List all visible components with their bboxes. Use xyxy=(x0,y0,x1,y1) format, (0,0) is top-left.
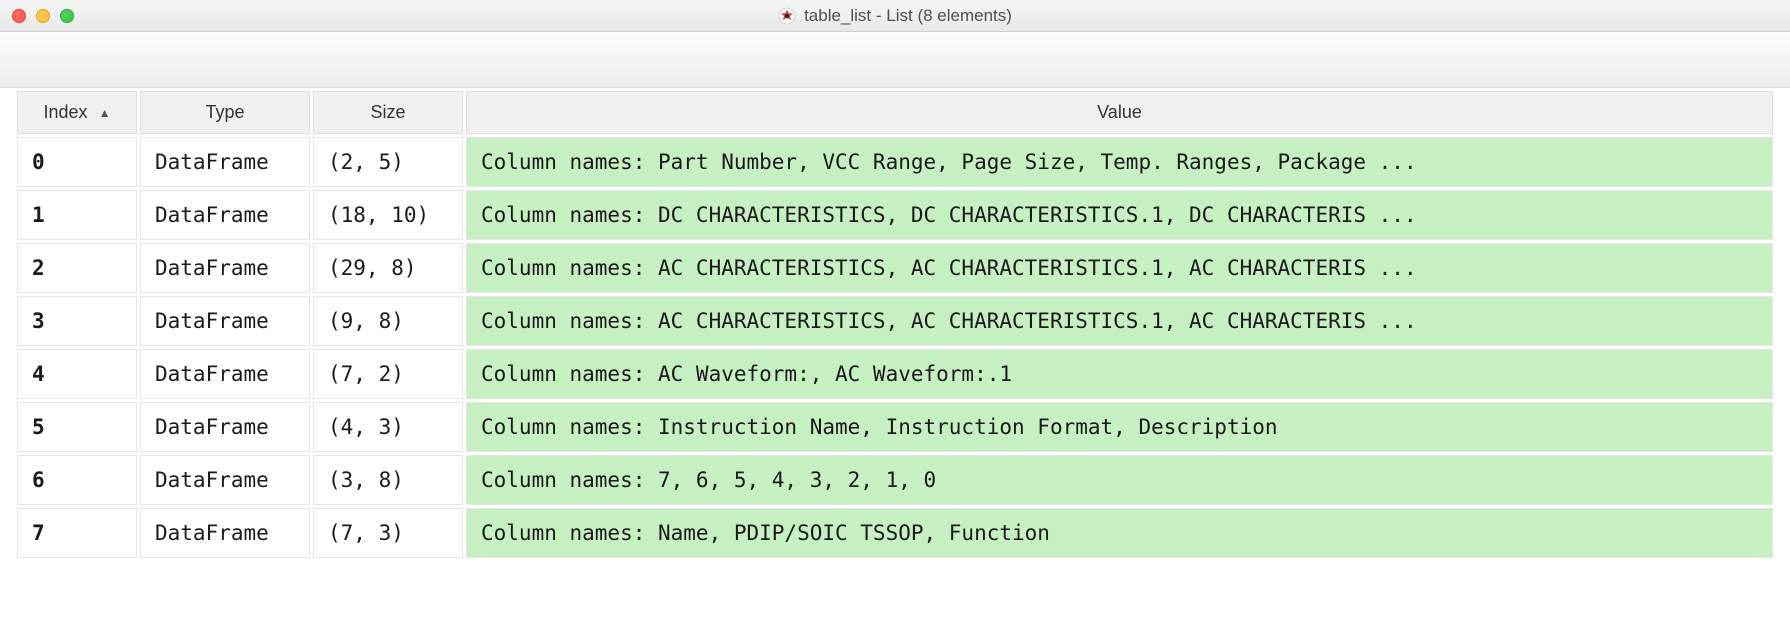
app-icon xyxy=(778,7,796,25)
maximize-button[interactable] xyxy=(60,9,74,23)
column-header-size-label: Size xyxy=(370,102,405,122)
toolbar-area xyxy=(0,32,1790,88)
cell-type: DataFrame xyxy=(140,508,310,558)
cell-type: DataFrame xyxy=(140,402,310,452)
cell-value: Column names: AC Waveform:, AC Waveform:… xyxy=(466,349,1773,399)
cell-index: 0 xyxy=(17,137,137,187)
minimize-button[interactable] xyxy=(36,9,50,23)
cell-index: 6 xyxy=(17,455,137,505)
cell-value: Column names: AC CHARACTERISTICS, AC CHA… xyxy=(466,296,1773,346)
table-header-row: Index ▲ Type Size Value xyxy=(17,91,1773,134)
cell-size: (3, 8) xyxy=(313,455,463,505)
table-row[interactable]: 3 DataFrame (9, 8) Column names: AC CHAR… xyxy=(17,296,1773,346)
cell-value: Column names: Part Number, VCC Range, Pa… xyxy=(466,137,1773,187)
cell-size: (7, 2) xyxy=(313,349,463,399)
cell-size: (18, 10) xyxy=(313,190,463,240)
cell-type: DataFrame xyxy=(140,243,310,293)
table-row[interactable]: 2 DataFrame (29, 8) Column names: AC CHA… xyxy=(17,243,1773,293)
column-header-type-label: Type xyxy=(205,102,244,122)
column-header-index[interactable]: Index ▲ xyxy=(17,91,137,134)
cell-index: 3 xyxy=(17,296,137,346)
variable-table: Index ▲ Type Size Value 0 DataFrame (2, … xyxy=(14,88,1776,561)
cell-size: (7, 3) xyxy=(313,508,463,558)
cell-value: Column names: 7, 6, 5, 4, 3, 2, 1, 0 xyxy=(466,455,1773,505)
cell-type: DataFrame xyxy=(140,190,310,240)
cell-value: Column names: Instruction Name, Instruct… xyxy=(466,402,1773,452)
table-row[interactable]: 1 DataFrame (18, 10) Column names: DC CH… xyxy=(17,190,1773,240)
cell-size: (29, 8) xyxy=(313,243,463,293)
window-title: table_list - List (8 elements) xyxy=(804,6,1012,26)
cell-value: Column names: AC CHARACTERISTICS, AC CHA… xyxy=(466,243,1773,293)
cell-index: 2 xyxy=(17,243,137,293)
table-row[interactable]: 0 DataFrame (2, 5) Column names: Part Nu… xyxy=(17,137,1773,187)
column-header-index-label: Index xyxy=(44,102,88,122)
sort-ascending-icon: ▲ xyxy=(99,106,111,120)
cell-type: DataFrame xyxy=(140,296,310,346)
column-header-size[interactable]: Size xyxy=(313,91,463,134)
table-row[interactable]: 4 DataFrame (7, 2) Column names: AC Wave… xyxy=(17,349,1773,399)
content-area: Index ▲ Type Size Value 0 DataFrame (2, … xyxy=(0,88,1790,575)
cell-type: DataFrame xyxy=(140,455,310,505)
cell-index: 5 xyxy=(17,402,137,452)
table-row[interactable]: 5 DataFrame (4, 3) Column names: Instruc… xyxy=(17,402,1773,452)
close-button[interactable] xyxy=(12,9,26,23)
column-header-value-label: Value xyxy=(1097,102,1142,122)
window-titlebar: table_list - List (8 elements) xyxy=(0,0,1790,32)
window-controls xyxy=(12,9,74,23)
cell-size: (9, 8) xyxy=(313,296,463,346)
table-row[interactable]: 6 DataFrame (3, 8) Column names: 7, 6, 5… xyxy=(17,455,1773,505)
cell-value: Column names: Name, PDIP/SOIC TSSOP, Fun… xyxy=(466,508,1773,558)
column-header-value[interactable]: Value xyxy=(466,91,1773,134)
cell-index: 4 xyxy=(17,349,137,399)
cell-type: DataFrame xyxy=(140,137,310,187)
cell-value: Column names: DC CHARACTERISTICS, DC CHA… xyxy=(466,190,1773,240)
table-row[interactable]: 7 DataFrame (7, 3) Column names: Name, P… xyxy=(17,508,1773,558)
cell-size: (2, 5) xyxy=(313,137,463,187)
cell-index: 7 xyxy=(17,508,137,558)
column-header-type[interactable]: Type xyxy=(140,91,310,134)
cell-size: (4, 3) xyxy=(313,402,463,452)
cell-index: 1 xyxy=(17,190,137,240)
cell-type: DataFrame xyxy=(140,349,310,399)
